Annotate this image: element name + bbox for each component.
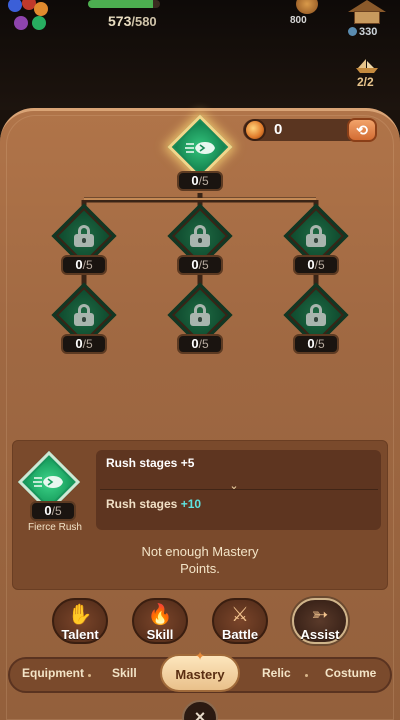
gem-cluster-icon — [6, 0, 56, 36]
node-6-level: 0/5 — [293, 334, 339, 354]
tab-equipment[interactable]: Equipment — [22, 666, 84, 680]
node-level-value: 0 — [307, 257, 315, 272]
hp-bar — [88, 0, 160, 8]
gold-count: 800 — [290, 15, 307, 26]
node-1-level: 0/5 — [61, 255, 107, 275]
shop-icon[interactable] — [348, 0, 386, 24]
node-level-max: /5 — [198, 337, 209, 351]
category-assist-button[interactable]: ➳ Assist — [292, 598, 348, 644]
ship-count: 2/2 — [357, 75, 374, 89]
node-level-max: /5 — [82, 258, 93, 272]
stat-next-label: Rush stages — [106, 497, 181, 511]
flame-icon: 🔥 — [147, 604, 173, 626]
stat-current-value: +5 — [180, 456, 195, 470]
category-battle-button[interactable]: ⚔ Battle — [212, 598, 268, 644]
tab-mastery[interactable]: Mastery — [160, 667, 240, 682]
node-4-level: 0/5 — [61, 334, 107, 354]
lock-icon — [190, 225, 210, 247]
lock-icon — [306, 304, 326, 326]
tab-costume[interactable]: Costume — [325, 666, 376, 680]
coin-icon — [348, 27, 357, 36]
selected-skill-level: 0/5 — [30, 501, 76, 521]
category-assist-label: Assist — [300, 627, 340, 642]
lock-icon — [74, 225, 94, 247]
stat-next-value: +10 — [180, 497, 202, 511]
category-skill-button[interactable]: 🔥 Skill — [132, 598, 188, 644]
selected-skill-level-max: /5 — [51, 504, 62, 518]
category-talent-label: Talent — [61, 627, 99, 642]
lock-icon — [306, 225, 326, 247]
rush-icon — [33, 476, 63, 488]
main-node-level-value: 0 — [191, 173, 199, 188]
stat-current-label: Rush stages — [106, 456, 181, 470]
ship-icon[interactable] — [354, 58, 380, 74]
node-level-value: 0 — [191, 336, 199, 351]
hp-bar-fill — [88, 0, 153, 8]
rush-icon — [185, 142, 215, 154]
selected-skill-name: Fierce Rush — [28, 522, 82, 533]
lock-icon — [190, 304, 210, 326]
coin-value: 330 — [359, 26, 378, 38]
not-enough-points-notice: Not enough Mastery Points. — [141, 544, 259, 576]
reset-button[interactable]: ⟲ — [347, 118, 377, 142]
tab-skill[interactable]: Skill — [112, 666, 137, 680]
stat-current: Rush stages +5 — [106, 456, 194, 470]
tab-relic[interactable]: Relic — [262, 666, 291, 680]
hp-max: /580 — [131, 14, 157, 29]
mastery-point-icon — [244, 119, 266, 141]
category-talent-button[interactable]: ✋ Talent — [52, 598, 108, 644]
main-node-level: 0/5 — [177, 171, 223, 191]
category-battle-label: Battle — [221, 627, 259, 642]
node-level-value: 0 — [75, 336, 83, 351]
crossed-swords-icon: ⚔ — [231, 604, 249, 626]
lock-icon — [74, 304, 94, 326]
star-icon: ✦ — [194, 649, 206, 663]
node-level-max: /5 — [198, 258, 209, 272]
selected-skill-level-value: 0 — [44, 503, 52, 518]
node-level-max: /5 — [314, 258, 325, 272]
node-level-max: /5 — [82, 337, 93, 351]
node-level-max: /5 — [314, 337, 325, 351]
node-level-value: 0 — [191, 257, 199, 272]
talent-hands-icon: ✋ — [67, 604, 93, 626]
tab-separator-dot — [88, 674, 91, 677]
category-skill-label: Skill — [146, 627, 174, 642]
top-status-area — [0, 0, 400, 110]
node-level-value: 0 — [307, 336, 315, 351]
node-3-level: 0/5 — [293, 255, 339, 275]
hp-current: 573 — [108, 13, 132, 29]
node-level-value: 0 — [75, 257, 83, 272]
node-5-level: 0/5 — [177, 334, 223, 354]
hp-readout: 573/580 — [108, 13, 157, 29]
mastery-points-value: 0 — [274, 121, 283, 138]
mastery-category-row: ✋ Talent 🔥 Skill ⚔ Battle ➳ Assist — [50, 598, 350, 646]
tab-separator-dot — [305, 674, 308, 677]
chevron-down-icon: ⌄ — [229, 480, 239, 492]
node-2-level: 0/5 — [177, 255, 223, 275]
assist-arrow-icon: ➳ — [311, 604, 329, 626]
main-node-level-max: /5 — [198, 174, 209, 188]
coin-count: 330 — [348, 26, 377, 38]
stat-next: Rush stages +10 — [106, 497, 201, 511]
